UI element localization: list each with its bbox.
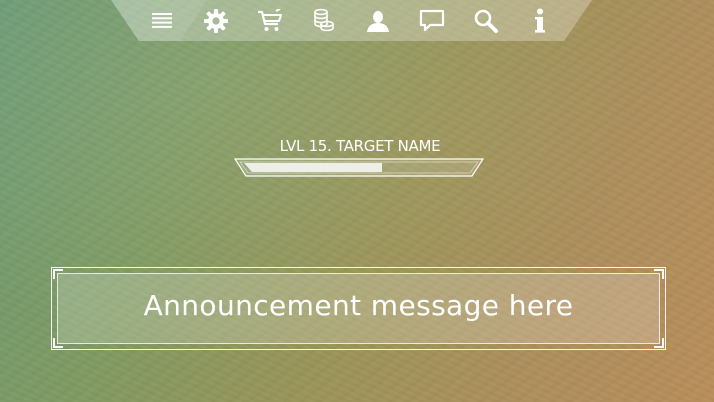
target-health-bar xyxy=(234,158,484,177)
settings-button[interactable] xyxy=(200,5,232,37)
announcement-panel: Announcement message here xyxy=(51,267,666,350)
corner-bracket-bottom-right xyxy=(654,338,664,348)
target-name-label: LVL 15. TARGET NAME xyxy=(279,137,441,155)
search-button[interactable] xyxy=(470,5,502,37)
chat-bubble-icon xyxy=(419,9,445,32)
cart-icon xyxy=(258,9,282,31)
menu-button[interactable] xyxy=(146,5,178,37)
info-icon xyxy=(535,8,545,33)
menu-icon xyxy=(152,13,172,28)
chat-button[interactable] xyxy=(416,5,448,37)
user-icon xyxy=(367,11,389,32)
currency-button[interactable] xyxy=(308,5,340,37)
health-bar-fill xyxy=(244,163,382,172)
health-bar-track xyxy=(244,163,474,172)
announcement-message: Announcement message here xyxy=(143,289,574,322)
coins-icon xyxy=(314,8,334,32)
top-toolbar xyxy=(111,0,592,41)
corner-bracket-bottom-left xyxy=(53,338,63,348)
search-icon xyxy=(474,9,498,33)
corner-bracket-top-left xyxy=(53,269,63,279)
info-button[interactable] xyxy=(524,5,556,37)
gear-icon xyxy=(204,9,228,33)
corner-bracket-top-right xyxy=(654,269,664,279)
shop-button[interactable] xyxy=(254,5,286,37)
profile-button[interactable] xyxy=(362,5,394,37)
